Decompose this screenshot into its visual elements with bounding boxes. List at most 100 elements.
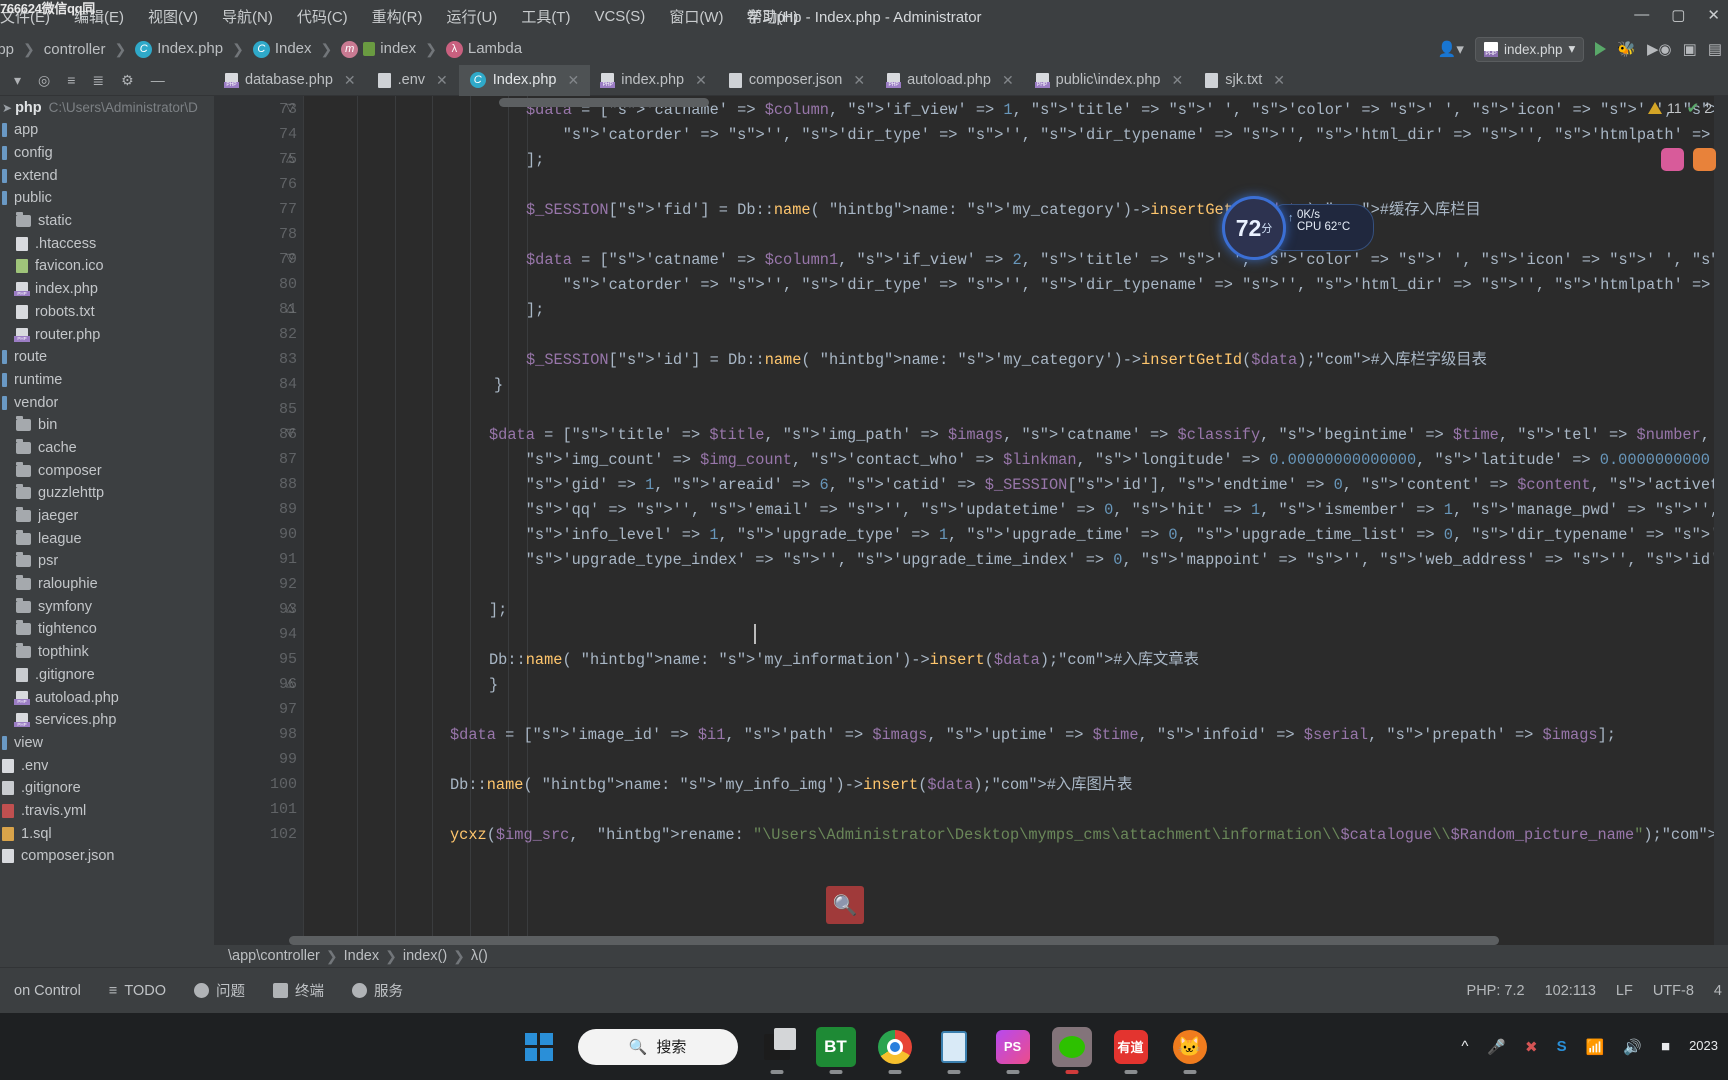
line-number[interactable]: 92 xyxy=(279,576,297,593)
tree-item-1-sql[interactable]: 1.sql xyxy=(0,822,214,845)
volume-icon[interactable]: 🔊 xyxy=(1623,1038,1642,1056)
tree-item--gitignore[interactable]: .gitignore xyxy=(0,777,214,800)
code-line[interactable]: } xyxy=(494,373,503,398)
tree-item-runtime[interactable]: runtime xyxy=(0,369,214,392)
tool-todo[interactable]: ≡ TODO xyxy=(95,983,180,999)
tree-item-composer-json[interactable]: composer.json xyxy=(0,845,214,868)
tab-index-php-class[interactable]: C Index.php ✕ xyxy=(458,64,591,96)
tree-item-bin[interactable]: bin xyxy=(0,414,214,437)
code-line[interactable]: $data = ["s">'title' => $title, "s">'img… xyxy=(489,423,1710,448)
line-number[interactable]: 84 xyxy=(279,376,297,393)
taskbar-search[interactable]: 🔍 搜索 xyxy=(577,1028,738,1065)
tab-autoload-php[interactable]: autoload.php✕ xyxy=(876,65,1025,96)
code-line[interactable]: $data = ["s">'catname' => $column1, "s">… xyxy=(526,248,1728,273)
status-line-separator[interactable]: LF xyxy=(1616,983,1633,999)
collapse-all-icon[interactable]: ≡ xyxy=(67,72,75,88)
line-number[interactable]: 91 xyxy=(279,551,297,568)
code-line[interactable]: ]; xyxy=(526,148,544,173)
tree-item-router-php[interactable]: router.php xyxy=(0,323,214,346)
phpstorm-icon[interactable]: PS xyxy=(993,1027,1033,1074)
status-cursor-position[interactable]: 102:113 xyxy=(1545,983,1596,999)
fold-collapse-icon[interactable]: ▽ xyxy=(286,101,294,114)
inspection-widget[interactable]: 11 ✔ 2 xyxy=(1648,99,1712,117)
menu-code[interactable]: 代码(C) xyxy=(285,2,360,31)
browser-shortcut-icons[interactable] xyxy=(1661,148,1716,171)
code-line[interactable]: Db::name( "hintbg">name: "s">'my_info_im… xyxy=(450,773,1132,798)
tree-item-vendor[interactable]: vendor xyxy=(0,391,214,414)
menu-vcs[interactable]: VCS(S) xyxy=(582,4,657,29)
tree-item-extend[interactable]: extend xyxy=(0,164,214,187)
fold-collapse-icon[interactable]: ▽ xyxy=(286,251,294,264)
tree-item--env[interactable]: .env xyxy=(0,754,214,777)
code-line[interactable]: "s">'upgrade_type_index' => "s">'', "s">… xyxy=(489,548,1728,573)
tool-services[interactable]: 服务 xyxy=(338,980,417,1001)
tree-item-app[interactable]: app xyxy=(0,119,214,142)
tree-item--travis-yml[interactable]: .travis.yml xyxy=(0,800,214,823)
breadcrumb-item-indexphp[interactable]: C Index.php xyxy=(132,40,226,58)
editor-gutter[interactable]: 73 ▽ 74 75 △ 76 77 78 79 ▽ 80 81 △ 82 83 84 85 86 ▽ 87 88 89 9… xyxy=(214,96,303,947)
project-root-row[interactable]: ➤ php C:\Users\Administrator\D xyxy=(0,96,214,119)
profile-icon[interactable]: ▣ xyxy=(1683,40,1697,58)
line-number[interactable]: 77 xyxy=(279,201,297,218)
fold-collapse-icon[interactable]: ▽ xyxy=(286,426,294,439)
code-line[interactable]: "s">'info_level' => 1, "s">'upgrade_type… xyxy=(489,523,1728,548)
code-line[interactable]: ycxz($img_src, "hintbg">rename: "\Users\… xyxy=(450,823,1728,848)
tree-item-psr[interactable]: psr xyxy=(0,550,214,573)
menu-view[interactable]: 视图(V) xyxy=(136,2,210,31)
breadcrumb-app-controller[interactable]: \app\controller xyxy=(228,948,320,964)
line-number[interactable]: 87 xyxy=(279,451,297,468)
breadcrumb-item-controller[interactable]: controller xyxy=(41,41,109,58)
line-number[interactable]: 90 xyxy=(279,526,297,543)
status-indent[interactable]: 4 xyxy=(1714,983,1722,999)
tree-item-route[interactable]: route xyxy=(0,346,214,369)
breadcrumb-item-index-method[interactable]: m index xyxy=(338,40,419,58)
menu-bar[interactable]: 文件(E) 编辑(E) 视图(V) 导航(N) 代码(C) 重构(R) 运行(U… xyxy=(0,2,810,31)
line-number[interactable]: 94 xyxy=(279,626,297,643)
breadcrumb-lambda[interactable]: λ() xyxy=(471,948,488,964)
editor-tabs[interactable]: database.php✕ .env✕ CIndex.php✕ index.ph… xyxy=(214,64,1728,96)
tab-env[interactable]: .env ✕ xyxy=(367,65,459,96)
tool-problems[interactable]: 问题 xyxy=(180,980,259,1001)
tree-item-symfony[interactable]: symfony xyxy=(0,595,214,618)
line-number[interactable]: 101 xyxy=(270,801,297,818)
user-account-icon[interactable]: 👤▾ xyxy=(1438,40,1464,58)
code-line[interactable]: "s">'img_count' => $img_count, "s">'cont… xyxy=(489,448,1710,473)
other-app-icon[interactable]: 🐱 xyxy=(1170,1027,1210,1074)
project-tree[interactable]: ➤ php C:\Users\Administrator\D app config… xyxy=(0,96,214,947)
tray-close-icon[interactable]: ✖ xyxy=(1525,1038,1538,1056)
line-number[interactable]: 80 xyxy=(279,276,297,293)
maximize-icon[interactable]: ▢ xyxy=(1671,6,1685,24)
breadcrumb-item-index-class[interactable]: C Index xyxy=(250,40,315,58)
tree-item-topthink[interactable]: topthink xyxy=(0,641,214,664)
code-line[interactable]: Db::name( "hintbg">name: "s">'my_informa… xyxy=(489,648,1199,673)
wifi-icon[interactable]: 📶 xyxy=(1586,1038,1605,1056)
line-number[interactable]: 98 xyxy=(279,726,297,743)
line-number[interactable]: 97 xyxy=(279,701,297,718)
line-number[interactable]: 83 xyxy=(279,351,297,368)
code-line[interactable]: } xyxy=(489,673,498,698)
more-actions-icon[interactable]: ▤ xyxy=(1708,40,1722,58)
close-icon[interactable]: ✕ xyxy=(695,72,707,89)
breadcrumb[interactable]: app ❯ controller ❯ CIndex.php ❯ CIndex ❯… xyxy=(0,40,525,58)
line-number[interactable]: 74 xyxy=(279,126,297,143)
editor-breadcrumb[interactable]: \app\controller ❯ Index ❯ index() ❯ λ() xyxy=(214,945,1728,967)
tray-expand-icon[interactable]: ^ xyxy=(1461,1038,1468,1055)
status-encoding[interactable]: UTF-8 xyxy=(1653,983,1694,999)
breadcrumb-index-method[interactable]: index() xyxy=(403,948,447,964)
fold-end-icon[interactable]: △ xyxy=(286,676,294,689)
menu-navigate[interactable]: 导航(N) xyxy=(210,2,285,31)
tab-composer-json[interactable]: composer.json ✕ xyxy=(718,65,876,96)
menu-help[interactable]: 帮助(H) xyxy=(735,2,810,31)
horizontal-scrollbar-top[interactable] xyxy=(499,98,709,107)
minimize-icon[interactable]: — xyxy=(1634,6,1649,24)
tool-terminal[interactable]: 终端 xyxy=(259,980,338,1001)
code-line[interactable]: $data = ["s">'image_id' => $i1, "s">'pat… xyxy=(450,723,1616,748)
status-bar[interactable]: PHP: 7.2 102:113 LF UTF-8 4 xyxy=(1467,983,1722,999)
tab-public-index-php[interactable]: public\index.php✕ xyxy=(1025,65,1195,96)
code-line[interactable]: "s">'catorder' => "s">'', "s">'dir_type'… xyxy=(526,273,1728,298)
close-icon[interactable]: ✕ xyxy=(567,72,579,89)
tree-item-league[interactable]: league xyxy=(0,527,214,550)
youdao-icon[interactable]: 有道 xyxy=(1111,1027,1151,1074)
breadcrumb-item-app[interactable]: app xyxy=(0,41,17,58)
tree-item-index-php[interactable]: index.php xyxy=(0,278,214,301)
